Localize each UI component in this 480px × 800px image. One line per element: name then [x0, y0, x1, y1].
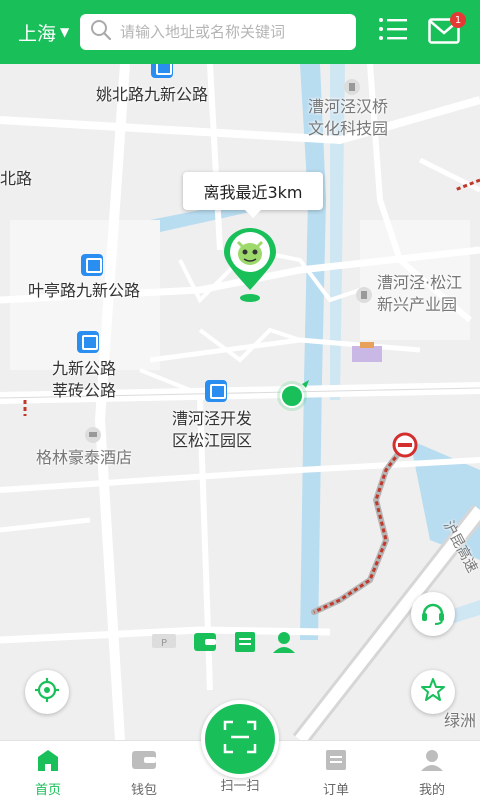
search-input[interactable]: [120, 23, 340, 41]
list-icon[interactable]: [378, 14, 408, 48]
distance-bubble: 离我最近3km: [183, 172, 323, 218]
map-view[interactable]: 姚北路九新公路 漕河泾汉桥 文化科技园 北路 叶亭路九新公路 漕河泾·松江 新兴…: [0, 64, 480, 740]
wallet-icon[interactable]: [193, 630, 217, 658]
scan-button[interactable]: [201, 700, 279, 778]
headset-icon: [419, 598, 447, 630]
poi-icon: [355, 286, 373, 308]
user-icon[interactable]: [272, 630, 296, 658]
bus-stop-icon[interactable]: [81, 254, 103, 276]
hotel-icon: [84, 426, 102, 448]
map-label: 区松江园区: [172, 431, 253, 450]
map-label: 莘砖公路: [52, 381, 117, 400]
map-label: 姚北路九新公路: [96, 85, 209, 104]
home-icon: [35, 749, 61, 775]
tab-label: 我的: [418, 783, 445, 798]
message-badge: 1: [450, 12, 466, 28]
map-label: 九新公路: [52, 359, 117, 378]
top-bar: 上海 ▼ 1: [0, 0, 480, 64]
svg-text:P: P: [161, 638, 167, 649]
map-label: 格林豪泰酒店: [36, 448, 133, 467]
customer-service-button[interactable]: [411, 592, 455, 636]
message-icon[interactable]: 1: [428, 12, 466, 48]
scan-icon: [223, 720, 257, 758]
map-label: 漕河泾·松江: [377, 273, 463, 292]
locate-icon: [34, 677, 60, 707]
tab-label: 订单: [322, 783, 349, 798]
poi-icon: [343, 78, 361, 100]
no-entry-icon: [392, 432, 418, 462]
user-icon: [421, 749, 443, 775]
wallet-icon: [131, 749, 157, 775]
map-label: 叶亭路九新公路: [28, 281, 141, 300]
map-label: 文化科技园: [308, 119, 389, 138]
parking-icon: P: [150, 630, 178, 656]
map-label: 绿洲: [444, 711, 477, 730]
tab-profile[interactable]: 我的: [384, 741, 480, 800]
bus-stop-icon[interactable]: [205, 380, 227, 402]
map-label: 北路: [0, 169, 33, 188]
chevron-down-icon: ▼: [60, 25, 70, 39]
map-label: 新兴产业园: [377, 295, 458, 314]
star-icon: [420, 677, 446, 707]
map-label: 漕河泾开发: [172, 409, 253, 428]
search-box[interactable]: [80, 14, 356, 50]
locate-button[interactable]: [25, 670, 69, 714]
favorite-button[interactable]: [411, 670, 455, 714]
current-location-icon: [276, 376, 312, 416]
city-selector[interactable]: 上海 ▼: [18, 19, 80, 46]
tab-orders[interactable]: 订单: [288, 741, 384, 800]
building-icon: [350, 340, 384, 368]
order-icon[interactable]: [233, 630, 257, 658]
tab-home[interactable]: 首页: [0, 741, 96, 800]
tab-wallet[interactable]: 钱包: [96, 741, 192, 800]
search-icon: [90, 19, 112, 45]
bus-stop-icon[interactable]: [77, 331, 99, 353]
city-label: 上海: [18, 22, 57, 45]
tab-label: 首页: [34, 783, 61, 798]
order-icon: [325, 749, 347, 775]
charging-station-pin-icon[interactable]: [222, 228, 278, 308]
bus-stop-icon[interactable]: [151, 64, 173, 78]
tab-label: 钱包: [130, 783, 157, 798]
